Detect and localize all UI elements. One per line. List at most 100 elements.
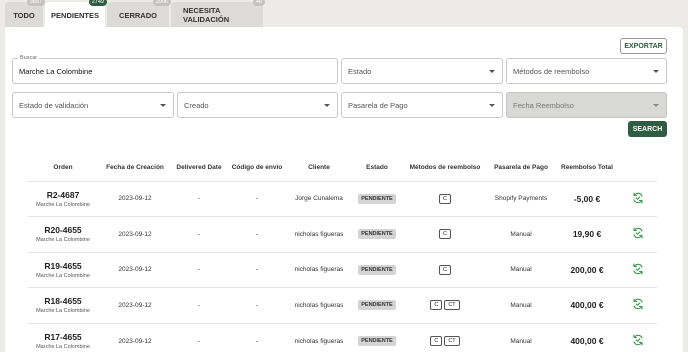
shipping-cell: -	[227, 180, 287, 217]
tab-label: PENDIENTES	[51, 10, 99, 20]
refund-total: 400,00 €	[570, 300, 604, 311]
refund-method-chip: C	[439, 229, 451, 240]
client-name: nicholas figueras	[294, 337, 344, 345]
export-button[interactable]: EXPORTAR	[620, 38, 667, 54]
client-name: nicholas figueras	[294, 301, 344, 309]
refresh-icon[interactable]	[632, 298, 644, 310]
status-cell: PENDIENTE	[351, 287, 403, 323]
refund-method-chip: CT	[444, 336, 460, 346]
pasarela-select-label: Pasarela de Pago	[348, 100, 408, 110]
delivered-cell: -	[171, 180, 227, 217]
table-row[interactable]: R18-4655 Marche La Colombine 2023-09-12 - - n…	[27, 287, 657, 323]
creado-select-label: Creado	[184, 100, 209, 110]
table-row[interactable]: R20-4655 Marche La Colombine 2023-09-12 - - n…	[27, 216, 657, 252]
methods-cell: C	[403, 180, 487, 217]
search-input-value: Marche La Colombine	[19, 66, 93, 76]
column-header[interactable]: Fecha de Creación	[99, 155, 171, 181]
total-cell: 400,00 €	[555, 287, 619, 323]
refresh-icon[interactable]	[632, 192, 644, 204]
status-cell: PENDIENTE	[351, 216, 403, 252]
delivered-cell: -	[171, 322, 227, 352]
store-name: Marche La Colombine	[36, 201, 90, 208]
tab-todo[interactable]: TODO 3657	[5, 0, 45, 28]
pasarela-select[interactable]: Pasarela de Pago	[341, 92, 503, 118]
search-button[interactable]: SEARCH	[628, 121, 667, 137]
order-id[interactable]: R20-4655	[27, 225, 99, 235]
chevron-down-icon	[653, 70, 659, 73]
created-date: 2023-09-12	[118, 266, 152, 274]
order-cell[interactable]: R17-4655 Marche La Colombine	[27, 322, 99, 352]
order-cell[interactable]: R19-4655 Marche La Colombine	[27, 251, 99, 288]
column-header[interactable]: Código de envío	[227, 155, 287, 181]
tab-necesita-validacion[interactable]: NECESITA VALIDACIÓN 46	[171, 0, 265, 28]
client-cell: Jorge Cunalema	[287, 180, 351, 217]
refund-method-chip: C	[430, 336, 443, 346]
chevron-down-icon	[489, 70, 495, 73]
action-cell[interactable]	[619, 287, 657, 323]
column-header[interactable]: Delivered Date	[171, 155, 227, 181]
column-header[interactable]: Pasarela de Pago	[487, 155, 555, 181]
total-cell: 400,00 €	[555, 322, 619, 352]
store-name: Marche La Colombine	[36, 272, 90, 279]
column-header[interactable]: Métodos de reembolso	[403, 155, 487, 181]
shipping-code: -	[255, 195, 259, 203]
column-header[interactable]: Reembolso Total	[555, 155, 619, 181]
column-header[interactable]: Cliente	[287, 155, 351, 181]
refresh-icon[interactable]	[632, 263, 644, 275]
table-row[interactable]: R19-4655 Marche La Colombine 2023-09-12 - - n…	[27, 251, 657, 288]
delivered-date: -	[197, 337, 201, 345]
shipping-cell: -	[227, 287, 287, 323]
refund-method-chip: C	[430, 300, 443, 311]
shipping-code: -	[255, 266, 259, 274]
status-badge: PENDIENTE	[358, 300, 396, 311]
methods-cell: C CT	[403, 287, 487, 323]
estado-select[interactable]: Estado	[341, 58, 503, 84]
client-name: nicholas figueras	[294, 266, 344, 274]
methods-cell: C	[403, 216, 487, 252]
status-cell: PENDIENTE	[351, 322, 403, 352]
order-id[interactable]: R19-4655	[27, 261, 99, 271]
created-date: 2023-09-12	[118, 301, 152, 309]
refund-method-chip: CT	[444, 300, 460, 311]
chevron-down-icon	[489, 104, 495, 107]
payment-gateway: Shopify Payments	[494, 195, 548, 203]
column-header[interactable]: Estado	[351, 155, 403, 181]
status-tabs: TODO 3657 PENDIENTES 2749 CERRADO 2906 N…	[5, 0, 265, 28]
creado-select[interactable]: Creado	[177, 92, 338, 118]
action-cell[interactable]	[619, 180, 657, 217]
table-row[interactable]: R2-4687 Marche La Colombine 2023-09-12 - - Jo…	[27, 180, 657, 217]
metodos-select[interactable]: Métodos de reembolso	[506, 58, 667, 84]
search-input[interactable]: Buscar Marche La Colombine	[12, 55, 338, 84]
order-id[interactable]: R18-4655	[27, 296, 99, 306]
order-cell[interactable]: R2-4687 Marche La Colombine	[27, 180, 99, 217]
store-name: Marche La Colombine	[36, 344, 90, 350]
tab-label: NECESITA VALIDACIÓN	[183, 6, 230, 24]
action-cell[interactable]	[619, 322, 657, 352]
tab-count-badge: 46	[252, 0, 265, 6]
action-cell[interactable]	[619, 251, 657, 288]
created-cell: 2023-09-12	[99, 287, 171, 323]
tab-count-badge: 2906	[152, 0, 171, 6]
order-id[interactable]: R17-4655	[27, 332, 99, 342]
tab-cerrado[interactable]: CERRADO 2906	[107, 0, 171, 28]
column-header[interactable]: Orden	[27, 155, 99, 181]
gateway-cell: Shopify Payments	[487, 180, 555, 217]
fecha-reembolso-select: Fecha Reembolso	[506, 92, 667, 118]
column-header	[619, 155, 657, 181]
client-cell: nicholas figueras	[287, 322, 351, 352]
table-row[interactable]: R17-4655 Marche La Colombine 2023-09-12 - - n…	[27, 322, 657, 352]
tab-pendientes[interactable]: PENDIENTES 2749	[45, 0, 107, 28]
client-cell: nicholas figueras	[287, 251, 351, 288]
refresh-icon[interactable]	[632, 334, 644, 346]
action-cell[interactable]	[619, 216, 657, 252]
refresh-icon[interactable]	[632, 227, 644, 239]
order-cell[interactable]: R18-4655 Marche La Colombine	[27, 287, 99, 323]
refund-method-chip: C	[439, 264, 451, 275]
client-cell: nicholas figueras	[287, 216, 351, 252]
order-id[interactable]: R2-4687	[27, 190, 99, 200]
order-cell[interactable]: R20-4655 Marche La Colombine	[27, 216, 99, 252]
client-name: nicholas figueras	[294, 230, 344, 238]
client-name: Jorge Cunalema	[295, 195, 343, 203]
estado-validacion-select[interactable]: Estado de validación	[12, 92, 174, 118]
methods-cell: C CT	[403, 322, 487, 352]
